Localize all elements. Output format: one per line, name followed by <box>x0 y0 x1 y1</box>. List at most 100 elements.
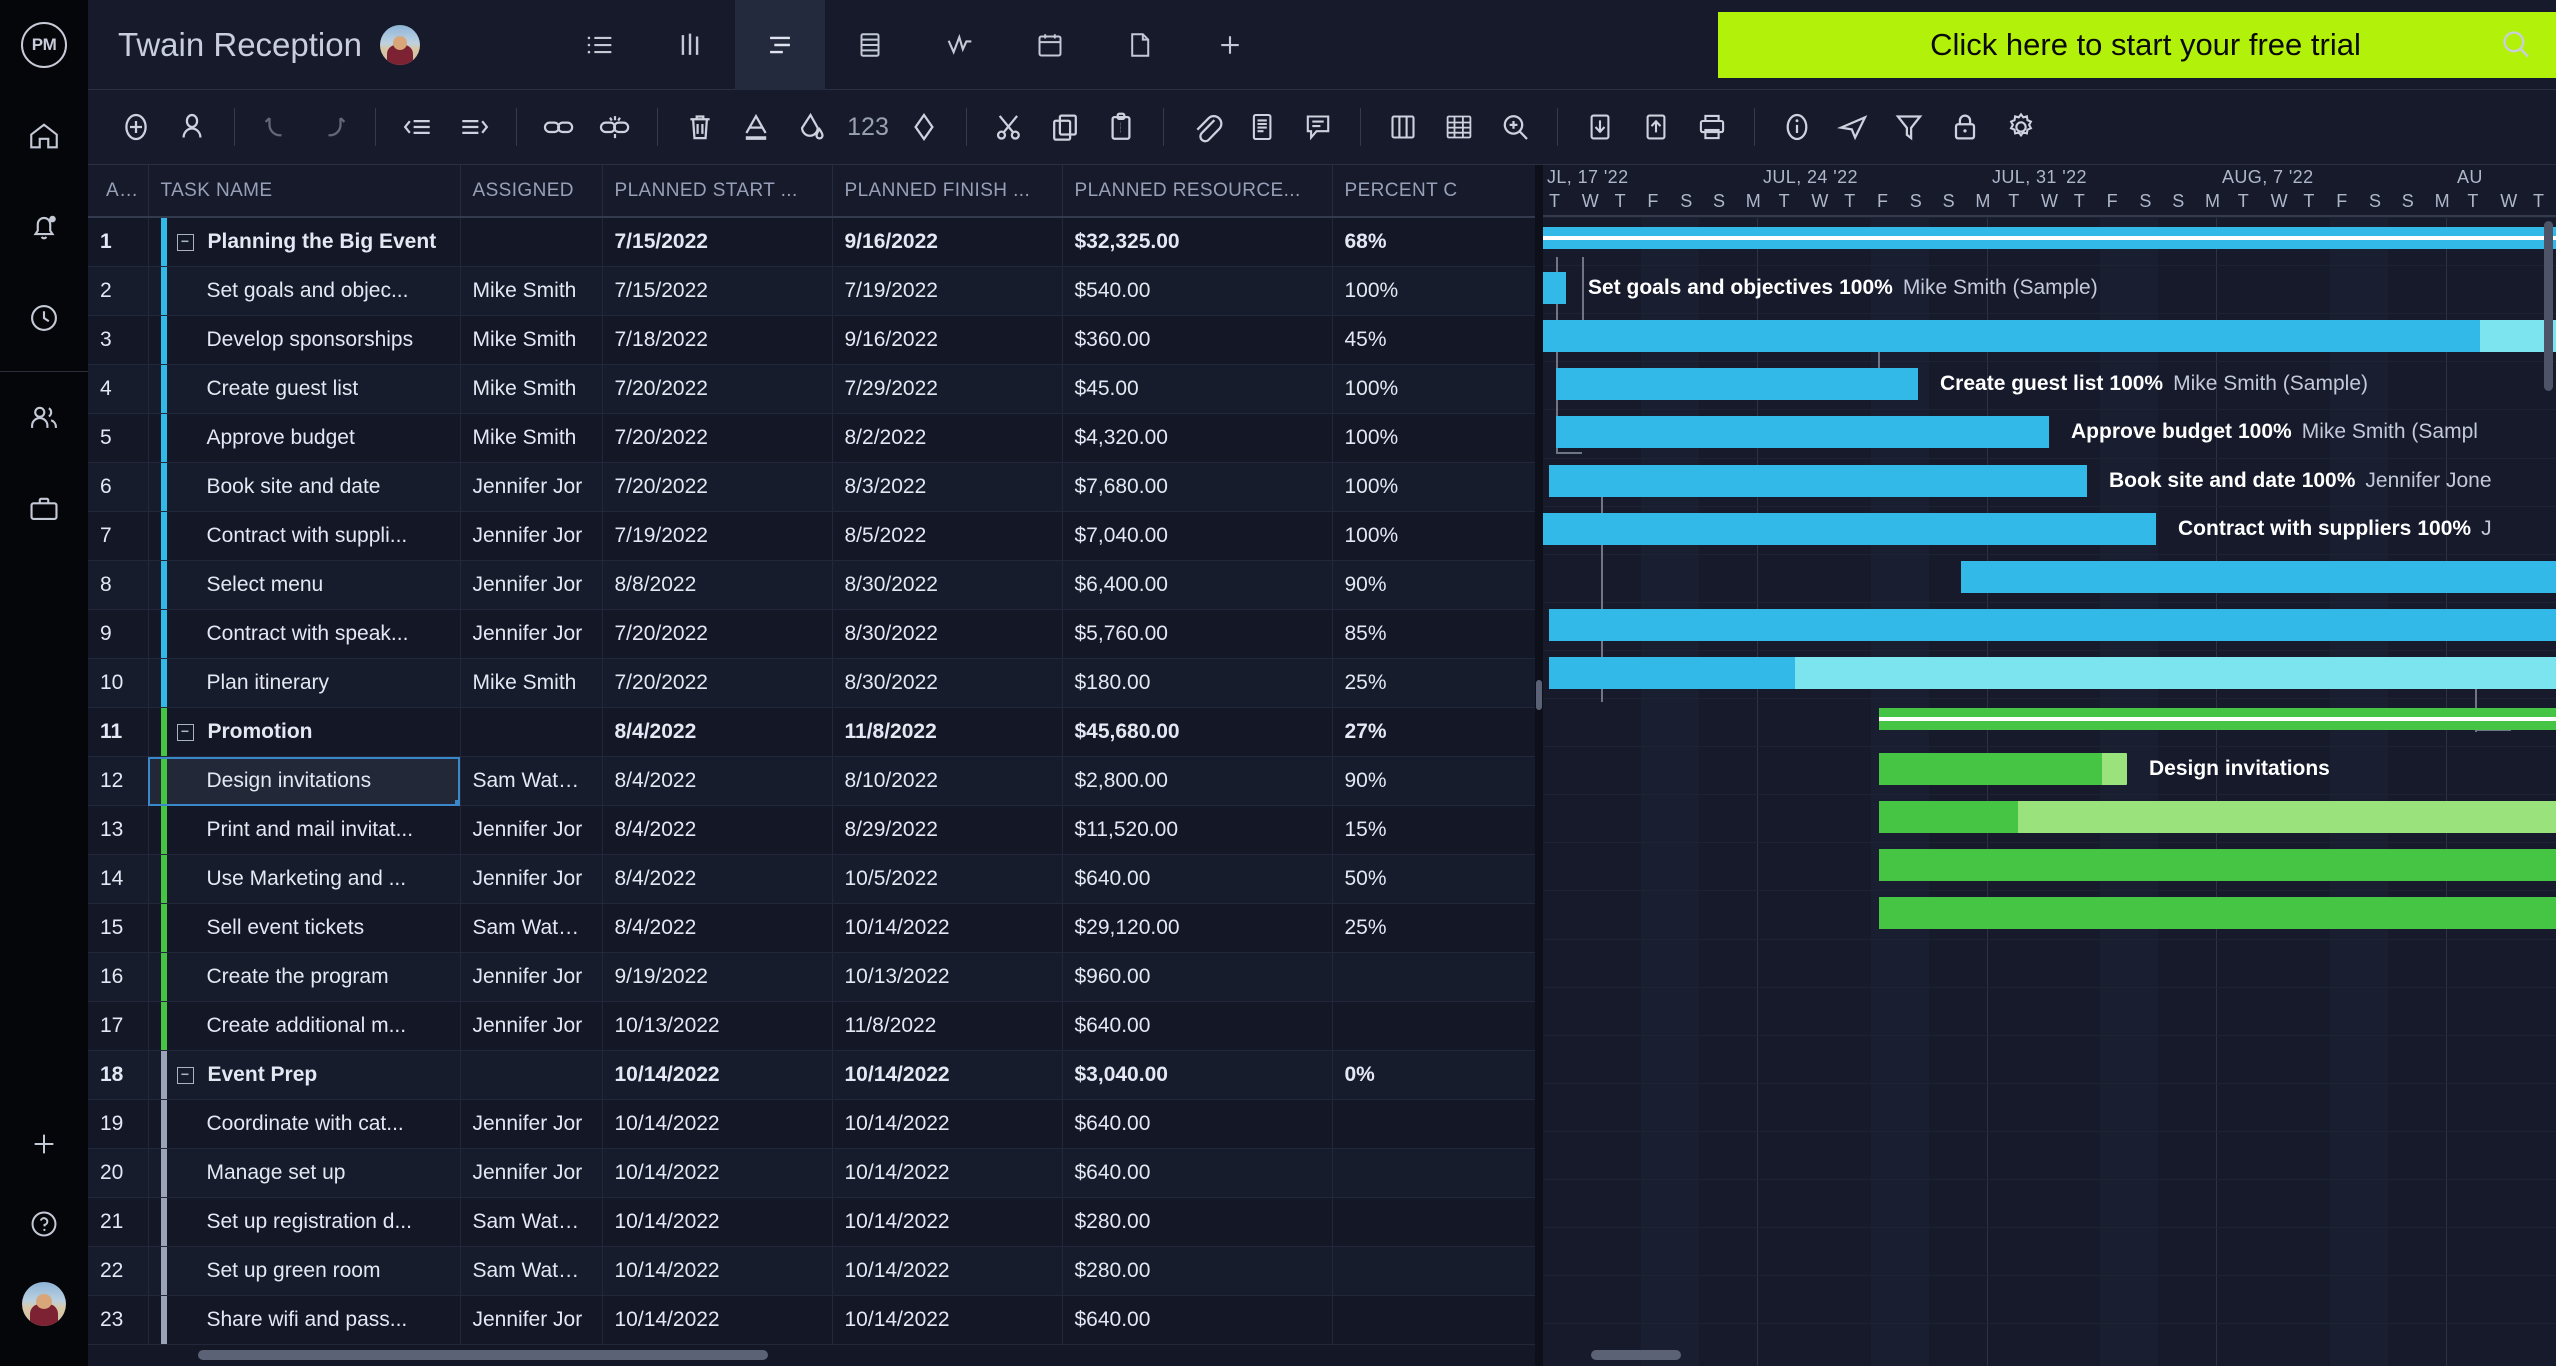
col-header-percent-complete[interactable]: PERCENT C <box>1332 165 1535 218</box>
tab-add-view[interactable] <box>1185 0 1275 90</box>
number-format-button[interactable]: 123 <box>840 97 896 157</box>
cell-assigned[interactable]: Jennifer Jor <box>460 1148 603 1198</box>
cell-planned-start[interactable]: 10/14/2022 <box>602 1148 833 1198</box>
cell-assigned[interactable]: Jennifer Jor <box>460 462 603 512</box>
cell-assigned[interactable]: Jennifer Jor <box>460 952 603 1002</box>
cell-planned-finish[interactable]: 8/30/2022 <box>832 658 1063 708</box>
cell-planned-resource[interactable]: $2,800.00 <box>1062 756 1333 806</box>
table-row[interactable]: 9 Contract with speak... Jennifer Jor 7/20/… <box>88 609 1535 659</box>
cell-assigned[interactable]: Jennifer Jor <box>460 511 603 561</box>
cell-percent-complete[interactable] <box>1332 1099 1535 1149</box>
free-trial-cta-button[interactable]: Click here to start your free trial <box>1718 12 2556 78</box>
cell-planned-resource[interactable]: $32,325.00 <box>1062 217 1333 267</box>
cell-planned-finish[interactable]: 10/14/2022 <box>832 1295 1063 1345</box>
cell-percent-complete[interactable]: 15% <box>1332 805 1535 855</box>
gantt-task-bar[interactable] <box>1879 753 2127 786</box>
search-button[interactable] <box>2498 26 2534 62</box>
gantt-task-bar[interactable] <box>1879 897 2556 930</box>
cell-planned-resource[interactable]: $7,040.00 <box>1062 511 1333 561</box>
cell-planned-finish[interactable]: 9/16/2022 <box>832 217 1063 267</box>
cell-task-name[interactable]: − Promotion <box>148 707 461 757</box>
cell-planned-finish[interactable]: 7/19/2022 <box>832 266 1063 316</box>
cell-percent-complete[interactable]: 90% <box>1332 560 1535 610</box>
table-row[interactable]: 14 Use Marketing and ... Jennifer Jor 8/4/2… <box>88 854 1535 904</box>
cell-percent-complete[interactable] <box>1332 1148 1535 1198</box>
cell-assigned[interactable]: Mike Smith <box>460 315 603 365</box>
group-collapse-toggle[interactable]: − <box>176 723 194 741</box>
cell-percent-complete[interactable]: 100% <box>1332 462 1535 512</box>
cell-planned-finish[interactable]: 10/14/2022 <box>832 1099 1063 1149</box>
cell-planned-start[interactable]: 10/14/2022 <box>602 1099 833 1149</box>
cell-planned-resource[interactable]: $960.00 <box>1062 952 1333 1002</box>
rail-item-timesheets[interactable] <box>0 272 88 363</box>
table-row[interactable]: 5 Approve budget Mike Smith 7/20/2022 8/2/20… <box>88 413 1535 463</box>
attach-button[interactable] <box>1178 97 1234 157</box>
rail-item-account[interactable] <box>0 1264 88 1344</box>
table-row[interactable]: 13 Print and mail invitat... Jennifer Jor 8… <box>88 805 1535 855</box>
cell-percent-complete[interactable]: 45% <box>1332 315 1535 365</box>
cell-planned-finish[interactable]: 10/14/2022 <box>832 1197 1063 1247</box>
tab-workload[interactable] <box>915 0 1005 90</box>
cell-planned-finish[interactable]: 10/14/2022 <box>832 1050 1063 1100</box>
table-row[interactable]: 20 Manage set up Jennifer Jor 10/14/2022 10/… <box>88 1148 1535 1198</box>
lock-button[interactable] <box>1937 97 1993 157</box>
cell-planned-start[interactable]: 7/20/2022 <box>602 364 833 414</box>
cell-planned-start[interactable]: 7/18/2022 <box>602 315 833 365</box>
cell-planned-start[interactable]: 7/20/2022 <box>602 413 833 463</box>
outdent-button[interactable] <box>390 97 446 157</box>
milestone-button[interactable] <box>896 97 952 157</box>
cell-task-name[interactable]: Manage set up <box>148 1148 461 1198</box>
gantt-task-bar[interactable] <box>1549 656 2556 689</box>
cell-planned-finish[interactable]: 8/29/2022 <box>832 805 1063 855</box>
col-header-task-name[interactable]: TASK NAME <box>148 165 461 218</box>
table-row[interactable]: 4 Create guest list Mike Smith 7/20/2022 7/2… <box>88 364 1535 414</box>
paste-button[interactable] <box>1093 97 1149 157</box>
cell-planned-start[interactable]: 10/14/2022 <box>602 1050 833 1100</box>
cell-assigned[interactable]: Jennifer Jor <box>460 1099 603 1149</box>
cell-planned-resource[interactable]: $45,680.00 <box>1062 707 1333 757</box>
rail-item-help[interactable] <box>0 1184 88 1264</box>
rail-item-add[interactable] <box>0 1104 88 1184</box>
pane-splitter[interactable] <box>1535 165 1543 1366</box>
table-group-row[interactable]: 1− Planning the Big Event 7/15/2022 9/16/20… <box>88 217 1535 267</box>
delete-button[interactable] <box>672 97 728 157</box>
project-owner-avatar[interactable] <box>379 24 420 65</box>
cell-assigned[interactable]: Sam Watson <box>460 903 603 953</box>
cell-planned-start[interactable]: 8/4/2022 <box>602 854 833 904</box>
cell-assigned[interactable]: Jennifer Jor <box>460 1001 603 1051</box>
gantt-task-bar[interactable] <box>1879 849 2556 882</box>
rail-item-projects[interactable] <box>0 463 88 554</box>
pane-splitter-grip[interactable] <box>1536 680 1542 710</box>
group-collapse-toggle[interactable]: − <box>176 1066 194 1084</box>
tab-sheet[interactable] <box>825 0 915 90</box>
table-row[interactable]: 12 Design invitations Sam Watson 8/4/2022 8/… <box>88 756 1535 806</box>
gantt-task-bar[interactable] <box>1549 464 2087 497</box>
table-row[interactable]: 8 Select menu Jennifer Jor 8/8/2022 8/30/202… <box>88 560 1535 610</box>
cell-planned-finish[interactable]: 8/30/2022 <box>832 560 1063 610</box>
cell-task-name[interactable]: Design invitations <box>148 756 461 806</box>
cut-button[interactable] <box>981 97 1037 157</box>
table-row[interactable]: 6 Book site and date Jennifer Jor 7/20/2022… <box>88 462 1535 512</box>
cell-planned-finish[interactable]: 11/8/2022 <box>832 1001 1063 1051</box>
cell-planned-resource[interactable]: $45.00 <box>1062 364 1333 414</box>
cell-task-name[interactable]: − Event Prep <box>148 1050 461 1100</box>
cell-planned-start[interactable]: 8/8/2022 <box>602 560 833 610</box>
app-logo[interactable]: PM <box>0 0 88 90</box>
gantt-task-bar[interactable] <box>1543 272 1566 305</box>
cell-planned-start[interactable]: 7/20/2022 <box>602 658 833 708</box>
cell-task-name[interactable]: Create the program <box>148 952 461 1002</box>
settings-button[interactable] <box>1993 97 2049 157</box>
cell-percent-complete[interactable] <box>1332 1197 1535 1247</box>
cell-planned-start[interactable]: 7/15/2022 <box>602 266 833 316</box>
gantt-task-bar[interactable] <box>1556 368 1918 401</box>
redo-button[interactable] <box>305 97 361 157</box>
cell-planned-finish[interactable]: 8/3/2022 <box>832 462 1063 512</box>
indent-button[interactable] <box>446 97 502 157</box>
cell-assigned[interactable] <box>460 707 603 757</box>
table-row[interactable]: 17 Create additional m... Jennifer Jor 10/1… <box>88 1001 1535 1051</box>
gantt-task-bar[interactable] <box>1556 416 2049 449</box>
cell-task-name[interactable]: Set up green room <box>148 1246 461 1296</box>
cell-task-name[interactable]: − Planning the Big Event <box>148 217 461 267</box>
cell-planned-finish[interactable]: 8/5/2022 <box>832 511 1063 561</box>
cell-assigned[interactable]: Jennifer Jor <box>460 560 603 610</box>
